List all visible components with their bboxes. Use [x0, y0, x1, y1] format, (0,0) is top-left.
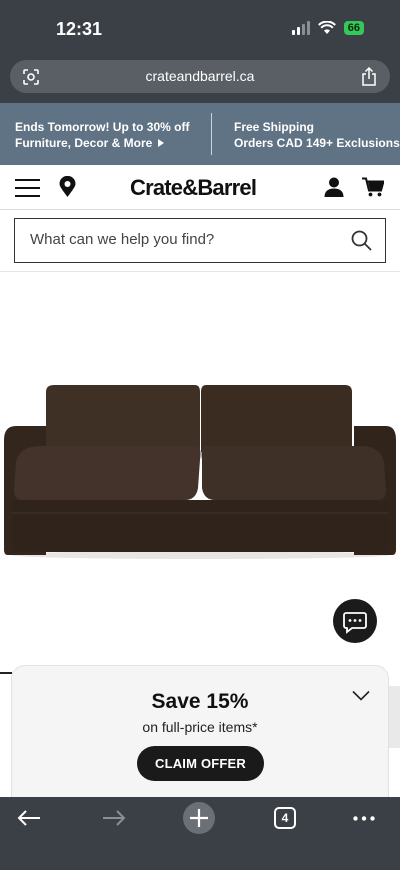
chat-icon — [343, 612, 367, 634]
chevron-down-icon[interactable] — [352, 690, 370, 701]
play-arrow-icon — [158, 139, 165, 147]
cellular-signal-icon — [291, 21, 310, 35]
menu-icon[interactable] — [15, 179, 40, 197]
status-icons: 66 — [291, 21, 364, 35]
address-bar[interactable]: crateandbarrel.ca — [10, 60, 390, 93]
location-pin-icon[interactable] — [59, 176, 76, 198]
offer-title: Save 15% — [151, 690, 249, 713]
search-icon[interactable] — [351, 230, 372, 251]
brand-logo[interactable]: Crate&Barrel — [130, 175, 257, 201]
browser-top-chrome: 12:31 66 crateandbarrel.ca — [0, 0, 400, 103]
tabs-icon[interactable]: 4 — [274, 807, 296, 829]
wifi-icon — [317, 21, 336, 34]
battery-indicator: 66 — [343, 21, 364, 35]
promo-divider — [211, 113, 212, 155]
promo-shipping[interactable]: Free Shipping Orders CAD 149+ Exclusions… — [234, 119, 400, 151]
browser-toolbar: 4 — [0, 797, 400, 870]
promo-sale[interactable]: Ends Tomorrow! Up to 30% off Furniture, … — [15, 119, 189, 151]
sofa-image — [4, 385, 396, 559]
search-section — [0, 210, 400, 272]
promo-sale-line2: Furniture, Decor & More — [15, 136, 153, 150]
search-box[interactable] — [14, 218, 386, 263]
new-tab-icon — [190, 809, 208, 827]
chat-button[interactable] — [333, 599, 377, 643]
background-content — [389, 686, 400, 748]
promo-banner[interactable]: Ends Tomorrow! Up to 30% off Furniture, … — [0, 103, 400, 165]
promo-sale-line1: Ends Tomorrow! Up to 30% off — [15, 120, 190, 134]
account-icon[interactable] — [324, 177, 344, 197]
claim-offer-button[interactable]: CLAIM OFFER — [137, 746, 264, 781]
offer-card: Save 15% on full-price items* CLAIM OFFE… — [11, 665, 389, 805]
new-tab-button[interactable] — [183, 802, 215, 834]
forward-icon[interactable] — [102, 809, 126, 827]
status-time: 12:31 — [56, 19, 103, 39]
more-icon[interactable] — [353, 816, 375, 821]
site-header: Crate&Barrel — [0, 165, 400, 210]
offer-subtitle: on full-price items* — [142, 719, 258, 735]
url-text[interactable]: crateandbarrel.ca — [10, 68, 390, 84]
promo-shipping-line2: Orders CAD 149+ Exclusions Ap — [234, 136, 400, 150]
divider-line — [0, 672, 12, 674]
share-icon[interactable] — [361, 67, 377, 86]
cart-icon[interactable] — [362, 177, 384, 197]
promo-shipping-line1: Free Shipping — [234, 120, 315, 134]
search-input[interactable] — [30, 231, 330, 248]
back-icon[interactable] — [17, 809, 41, 827]
